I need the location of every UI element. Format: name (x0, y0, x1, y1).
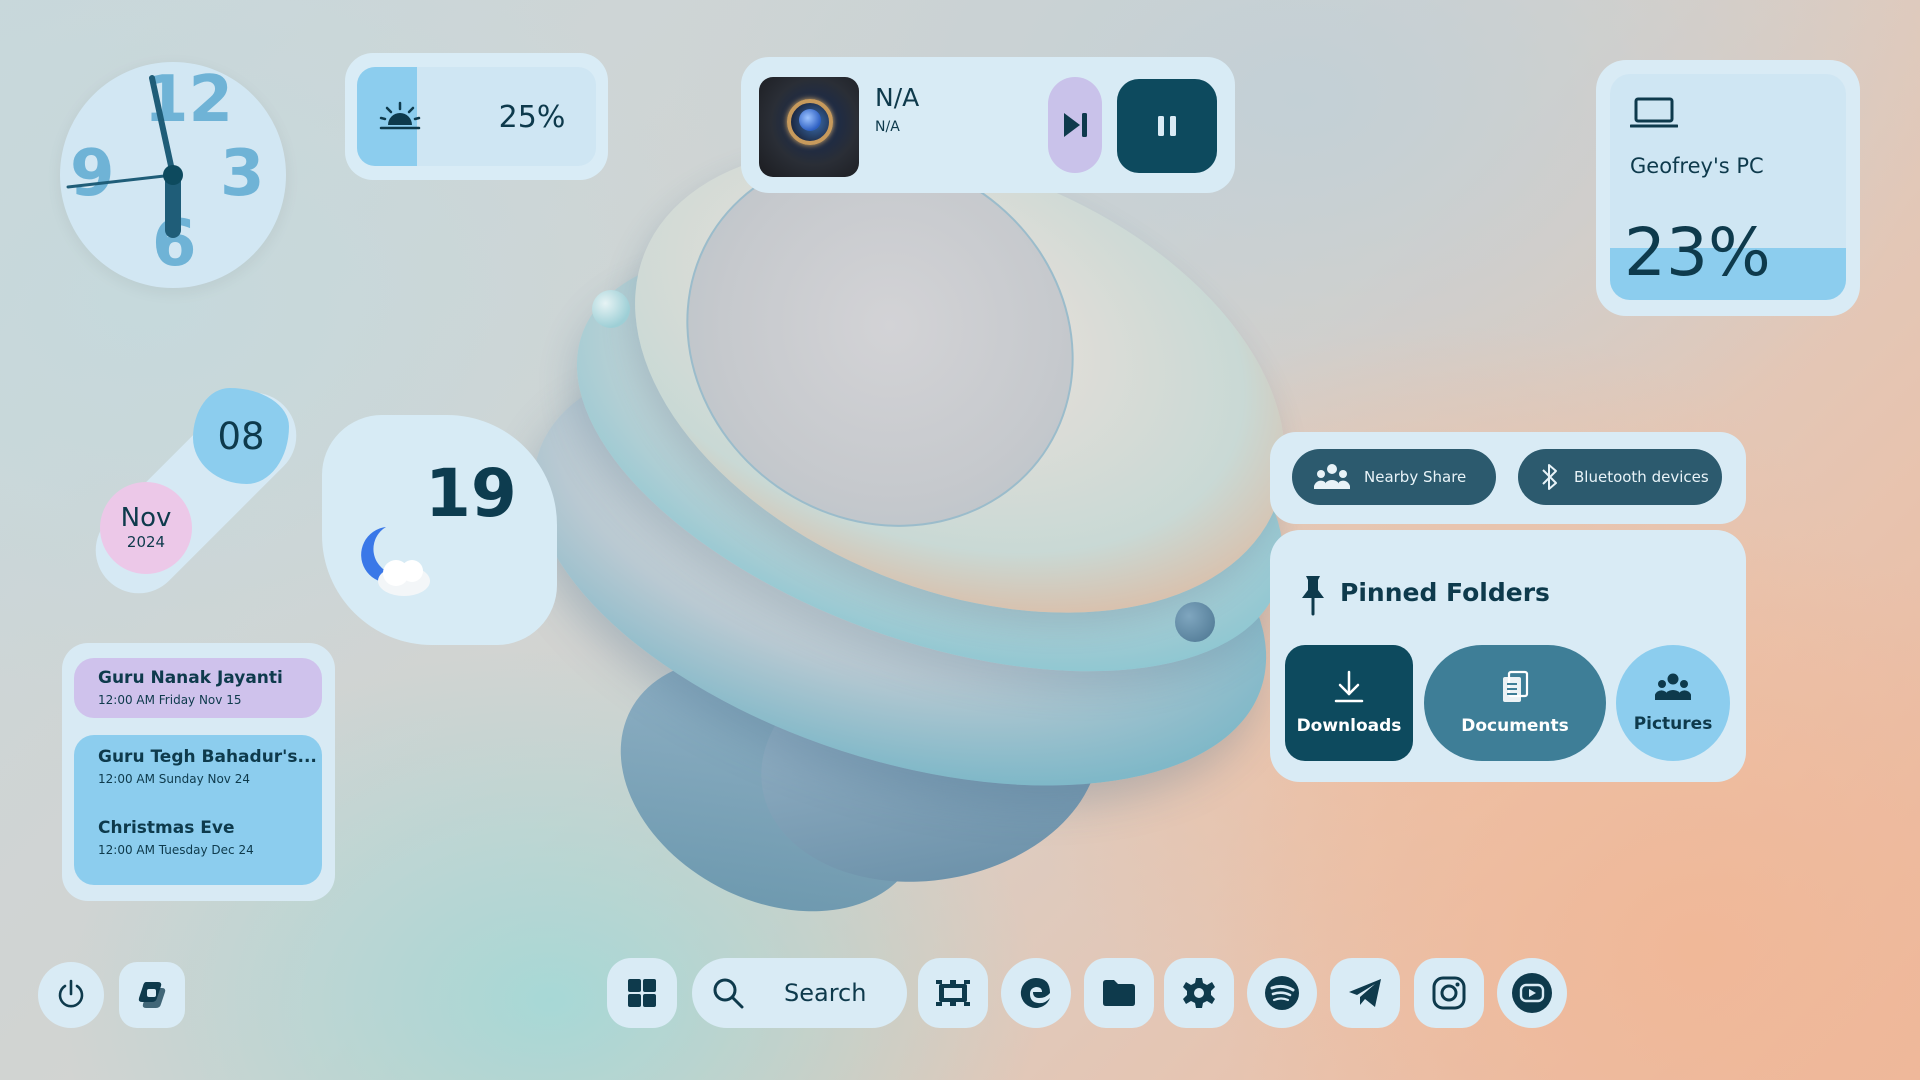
pinned-folders-title: Pinned Folders (1340, 578, 1550, 607)
date-month: Nov (120, 503, 172, 534)
event-time: 12:00 AM Sunday Nov 24 (98, 772, 250, 786)
taskbar-app-spotify[interactable] (1247, 958, 1317, 1028)
sculpture-sphere-left (592, 290, 630, 328)
media-player-widget: N/A N/A (741, 57, 1235, 193)
bluetooth-devices-label: Bluetooth devices (1574, 468, 1709, 486)
windows-icon (628, 979, 656, 1007)
pin-icon (1302, 576, 1324, 616)
people-icon (1655, 673, 1691, 700)
clock-center (163, 165, 183, 185)
film-strip-icon (936, 980, 970, 1006)
weather-temperature: 19 (425, 455, 517, 532)
device-battery-widget: Geofrey's PC 23% (1596, 60, 1860, 316)
taskbar-app-settings[interactable] (1164, 958, 1234, 1028)
skip-next-icon (1064, 113, 1087, 137)
folder-label: Downloads (1296, 716, 1402, 736)
folder-documents[interactable]: Documents (1424, 645, 1606, 761)
youtube-icon (1512, 973, 1552, 1013)
taskbar-app-instagram[interactable] (1414, 958, 1484, 1028)
documents-icon (1503, 670, 1529, 702)
search-icon (713, 978, 744, 1009)
telegram-icon (1349, 979, 1381, 1007)
start-button[interactable] (607, 958, 677, 1028)
event-time: 12:00 AM Tuesday Dec 24 (98, 843, 254, 857)
event-title: Christmas Eve (98, 818, 235, 838)
calendar-widget: Guru Nanak Jayanti 12:00 AM Friday Nov 1… (62, 643, 335, 901)
taskbar-app-youtube[interactable] (1497, 958, 1567, 1028)
sunrise-icon (379, 101, 421, 130)
second-hand (66, 173, 175, 189)
brightness-value: 25% (498, 100, 566, 135)
device-name: Geofrey's PC (1630, 154, 1764, 178)
download-icon (1334, 670, 1364, 703)
event-title: Guru Tegh Bahadur's... (98, 747, 317, 767)
event-title: Guru Nanak Jayanti (98, 668, 283, 688)
battery-gauge: Geofrey's PC 23% (1610, 74, 1846, 300)
battery-value: 23% (1624, 214, 1771, 291)
folder-pictures[interactable]: Pictures (1616, 645, 1730, 761)
taskbar-app-file-explorer[interactable] (1084, 958, 1154, 1028)
clock-hands (66, 75, 183, 238)
laptop-icon (1630, 97, 1678, 128)
date-year: 2024 (126, 532, 166, 551)
weather-widget: 19 (322, 415, 557, 645)
edge-icon (1020, 977, 1050, 1008)
folder-label: Pictures (1633, 714, 1713, 734)
power-button[interactable] (38, 962, 104, 1028)
track-title: N/A (875, 83, 920, 112)
settings-gear-icon (1183, 978, 1215, 1008)
moon-cloud-icon (361, 527, 430, 596)
calendar-event-group: Guru Tegh Bahadur's... 12:00 AM Sunday N… (74, 735, 322, 885)
clock-widget: 12 3 6 9 (60, 62, 286, 288)
sculpture-sphere-right (1175, 602, 1215, 642)
event-time: 12:00 AM Friday Nov 15 (98, 693, 242, 707)
instagram-icon (1432, 976, 1466, 1010)
nearby-share-icon (1314, 464, 1350, 489)
power-icon (58, 979, 84, 1008)
copilot-button[interactable] (119, 962, 185, 1028)
minute-hand (149, 75, 176, 178)
track-artist: N/A (875, 119, 900, 135)
pause-button[interactable] (1117, 79, 1217, 173)
search-label: Search (784, 979, 867, 1007)
taskbar-app-telegram[interactable] (1330, 958, 1400, 1028)
date-month-year: Nov 2024 (100, 482, 192, 574)
pinned-folders-widget: Pinned Folders Downloads Documents Pictu… (1270, 530, 1746, 782)
spotify-icon (1265, 976, 1299, 1010)
calendar-event[interactable]: Guru Nanak Jayanti 12:00 AM Friday Nov 1… (74, 658, 322, 718)
brightness-slider[interactable]: 25% (357, 67, 596, 166)
folder-label: Documents (1461, 716, 1569, 736)
search-bar[interactable]: Search (692, 958, 907, 1028)
bluetooth-devices-button[interactable]: Bluetooth devices (1518, 449, 1722, 505)
calendar-event[interactable]: Guru Tegh Bahadur's... 12:00 AM Sunday N… (98, 747, 322, 786)
folder-icon (1103, 980, 1135, 1006)
album-art (759, 77, 859, 177)
pause-icon (1158, 116, 1176, 136)
calendar-event[interactable]: Christmas Eve 12:00 AM Tuesday Dec 24 (98, 818, 322, 857)
brightness-widget: 25% (345, 53, 608, 180)
taskbar-app-edge[interactable] (1001, 958, 1071, 1028)
bluetooth-icon (1542, 464, 1557, 490)
skip-next-button[interactable] (1048, 77, 1102, 173)
taskbar-app-film-strip[interactable] (918, 958, 988, 1028)
date-day: 08 (193, 388, 289, 484)
folder-downloads[interactable]: Downloads (1285, 645, 1413, 761)
quick-connect-widget: Nearby Share Bluetooth devices (1270, 432, 1746, 524)
nearby-share-label: Nearby Share (1364, 468, 1467, 486)
nearby-share-button[interactable]: Nearby Share (1292, 449, 1496, 505)
copilot-icon (138, 982, 166, 1008)
